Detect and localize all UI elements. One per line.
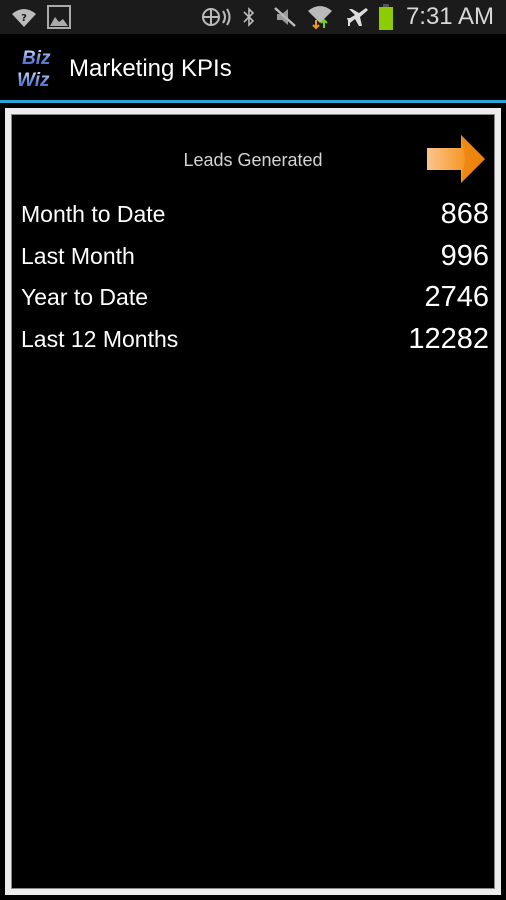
kpi-card: Leads Generated Month to Date 868 Last M… <box>5 108 501 895</box>
kpi-label: Month to Date <box>21 200 166 227</box>
logo-text-wiz: Wiz <box>17 70 50 90</box>
gallery-icon <box>46 5 72 29</box>
clock: 7:31 AM <box>405 3 494 30</box>
mute-icon <box>272 5 298 29</box>
bluetooth-icon <box>240 5 258 29</box>
kpi-row-last-month: Last Month 996 <box>21 236 489 276</box>
kpi-row-year-to-date: Year to Date 2746 <box>21 277 489 317</box>
action-bar-divider <box>0 100 506 103</box>
battery-icon <box>378 4 394 30</box>
bizwiz-logo[interactable]: Biz Wiz <box>16 46 64 90</box>
airplane-icon <box>344 5 372 29</box>
page-title: Marketing KPIs <box>69 55 232 82</box>
kpi-label: Last Month <box>21 242 135 269</box>
logo-text-biz: Biz <box>22 48 51 69</box>
kpi-value: 868 <box>440 197 489 230</box>
wifi-question-icon: ? <box>10 5 38 29</box>
action-bar: Biz Wiz Marketing KPIs <box>0 34 506 103</box>
kpi-label: Last 12 Months <box>21 325 179 352</box>
nfc-icon <box>200 5 236 29</box>
svg-text:?: ? <box>21 13 27 24</box>
kpi-row-last-12-months: Last 12 Months 12282 <box>21 319 489 359</box>
kpi-value: 2746 <box>424 280 489 313</box>
status-bar: ? 7:31 AM <box>0 0 506 34</box>
kpi-value: 996 <box>440 239 489 272</box>
kpi-value: 12282 <box>408 322 489 355</box>
card-title: Leads Generated <box>183 150 323 170</box>
kpi-label: Year to Date <box>21 283 149 310</box>
wifi-data-icon <box>306 5 334 30</box>
arrow-right-icon[interactable] <box>425 134 487 184</box>
kpi-row-month-to-date: Month to Date 868 <box>21 194 489 234</box>
